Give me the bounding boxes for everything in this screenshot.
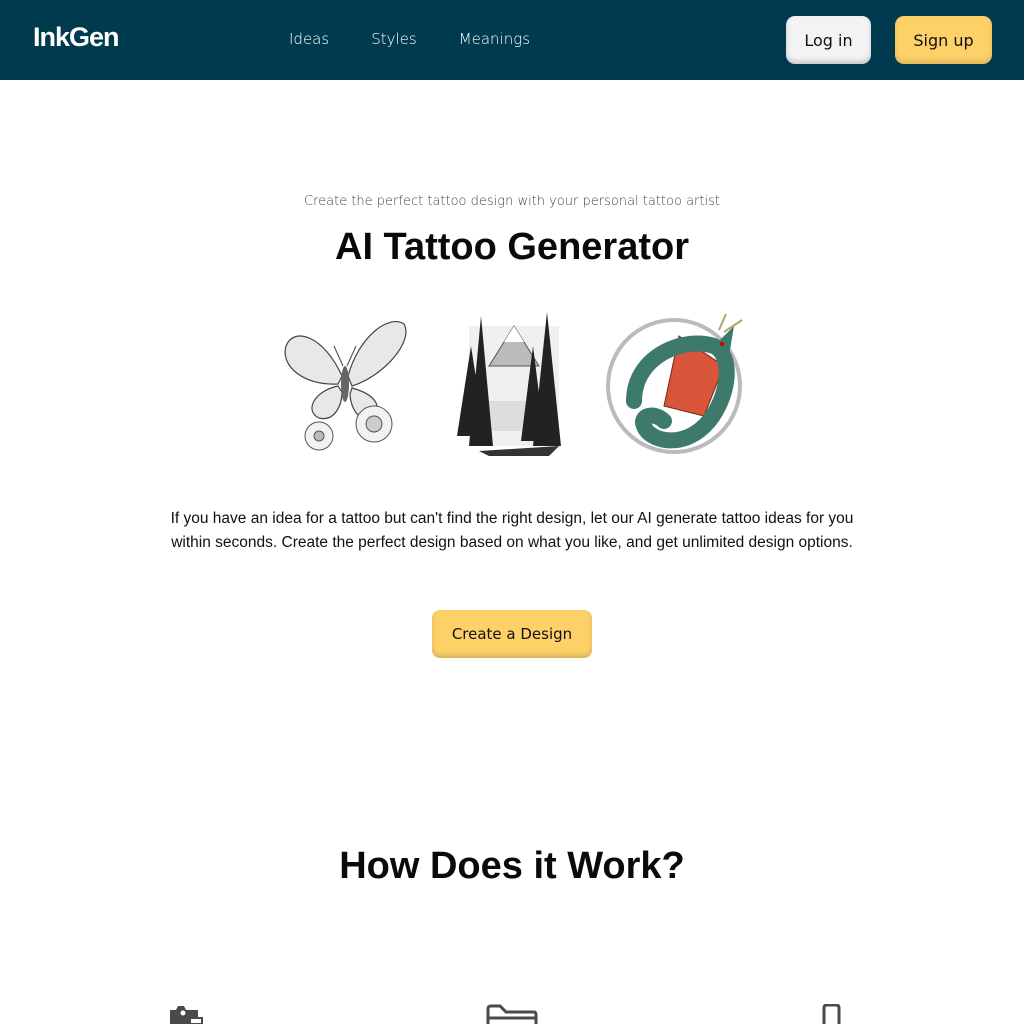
phone-icon bbox=[822, 1003, 842, 1024]
signup-button[interactable]: Sign up bbox=[895, 16, 992, 64]
hero-description: If you have an idea for a tattoo but can… bbox=[170, 510, 854, 551]
camera-image-icon bbox=[168, 1004, 210, 1024]
dragon-tattoo-image bbox=[594, 306, 759, 466]
nav-link-styles[interactable]: Styles bbox=[371, 30, 417, 48]
tattoo-gallery bbox=[264, 306, 760, 466]
how-it-works-title: How Does it Work? bbox=[339, 845, 685, 887]
top-navbar: InkGen Ideas Styles Meanings Log in Sign… bbox=[0, 0, 1024, 80]
folder-icon bbox=[486, 1004, 538, 1024]
forest-mountain-tattoo-image bbox=[429, 306, 594, 466]
inkgen-logo[interactable]: InkGen bbox=[33, 22, 120, 53]
hero-title: AI Tattoo Generator bbox=[335, 226, 689, 268]
hero-subtitle: Create the perfect tattoo design with yo… bbox=[304, 194, 720, 209]
nav-link-meanings[interactable]: Meanings bbox=[459, 30, 530, 48]
create-design-button[interactable]: Create a Design bbox=[432, 610, 592, 658]
butterfly-flower-tattoo-image bbox=[264, 306, 429, 466]
nav-link-ideas[interactable]: Ideas bbox=[289, 30, 329, 48]
login-button[interactable]: Log in bbox=[786, 16, 871, 64]
main-nav: Ideas Styles Meanings bbox=[289, 30, 572, 48]
